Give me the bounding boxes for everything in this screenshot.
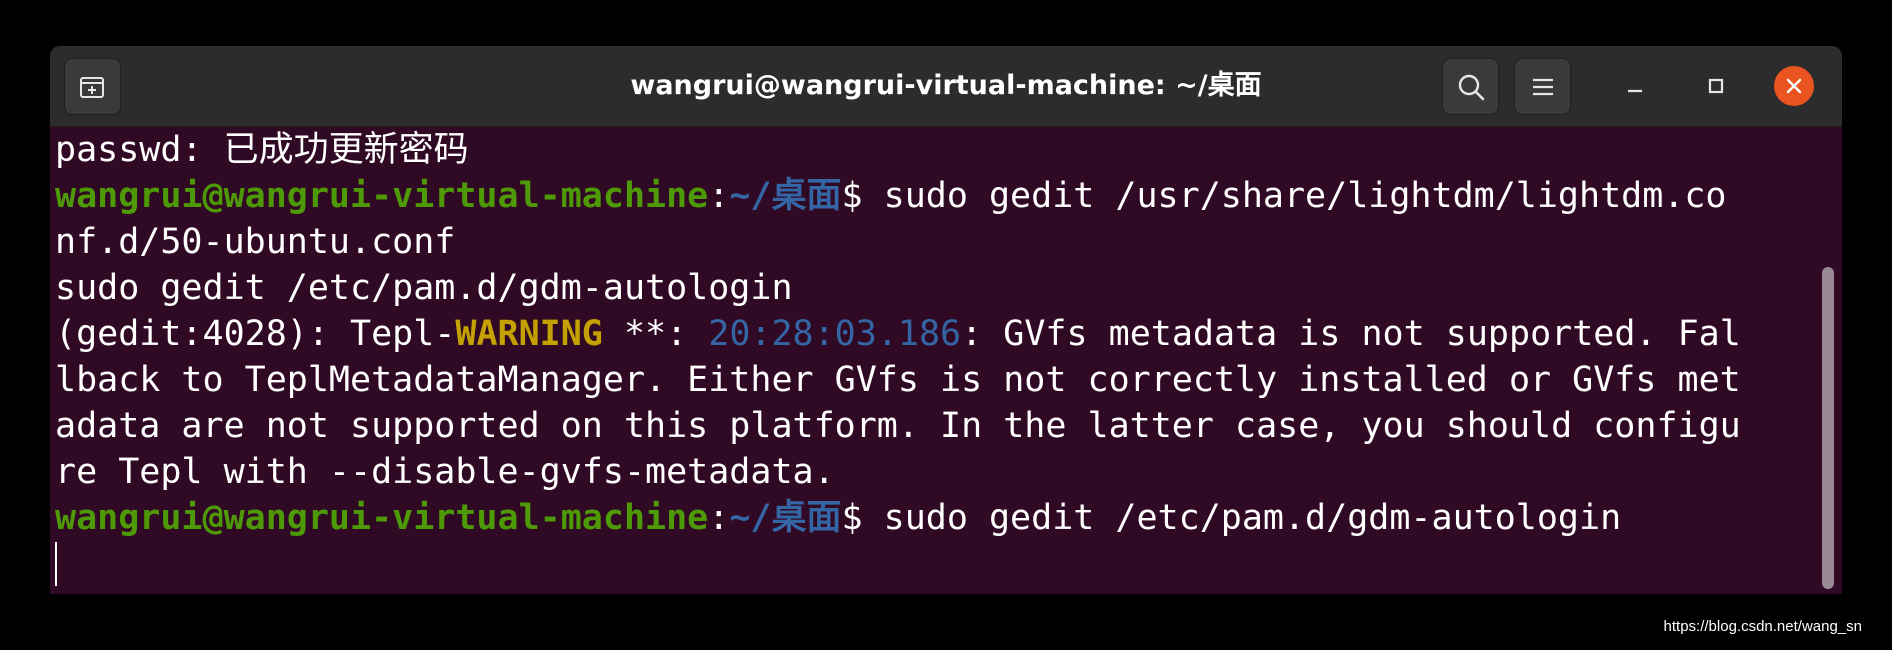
output-line-command: sudo gedit /etc/pam.d/gdm-autologin [55, 268, 793, 308]
prompt-user-host: wangrui@wangrui-virtual-machine [55, 176, 709, 216]
terminal-output[interactable]: passwd: 已成功更新密码 wangrui@wangrui-virtual-… [50, 127, 1842, 594]
prompt-symbol: $ [841, 498, 884, 538]
warning-line-4: re Tepl with --disable-gvfs-metadata. [55, 452, 835, 492]
warning-mid: **: [602, 314, 709, 354]
title-bar[interactable]: wangrui@wangrui-virtual-machine: ~/桌面 [50, 46, 1842, 127]
warning-timestamp: 20:28:03.186 [708, 314, 962, 354]
search-button[interactable] [1442, 58, 1499, 115]
text-cursor [55, 542, 57, 586]
prompt-path: ~/桌面 [729, 176, 842, 216]
warning-prefix: (gedit:4028): Tepl- [55, 314, 456, 354]
hamburger-menu-icon [1532, 78, 1553, 95]
command-text: sudo gedit /etc/pam.d/gdm-autologin [883, 498, 1622, 538]
input-line[interactable] [55, 541, 1815, 587]
warning-level: WARNING [455, 314, 603, 354]
minimize-icon [1628, 89, 1642, 93]
search-icon [1458, 74, 1484, 100]
output-line-passwd: passwd: 已成功更新密码 [55, 130, 469, 170]
minimize-button[interactable] [1615, 66, 1655, 106]
watermark: https://blog.csdn.net/wang_sn [1663, 618, 1862, 635]
close-button[interactable] [1774, 66, 1814, 106]
prompt-symbol: $ [841, 176, 884, 216]
command-continuation: nf.d/50-ubuntu.conf [55, 222, 456, 262]
command-text: sudo gedit /usr/share/lightdm/lightdm.co [883, 176, 1727, 216]
warning-message: : GVfs metadata is not supported. Fal [961, 314, 1741, 354]
prompt-user-host: wangrui@wangrui-virtual-machine [55, 498, 709, 538]
terminal-lines: passwd: 已成功更新密码 wangrui@wangrui-virtual-… [55, 127, 1815, 587]
warning-line-3: adata are not supported on this platform… [55, 406, 1741, 446]
maximize-icon [1708, 78, 1724, 94]
prompt-separator: : [708, 498, 730, 538]
scrollbar[interactable] [1822, 267, 1834, 589]
prompt-line-2: wangrui@wangrui-virtual-machine:~/桌面$ su… [55, 495, 1815, 541]
terminal-window: wangrui@wangrui-virtual-machine: ~/桌面 pa… [50, 46, 1842, 594]
prompt-line-1: wangrui@wangrui-virtual-machine:~/桌面$ su… [55, 173, 1815, 219]
menu-button[interactable] [1514, 58, 1571, 115]
warning-line-2: lback to TeplMetadataManager. Either GVf… [55, 360, 1741, 400]
prompt-separator: : [708, 176, 730, 216]
close-icon [1786, 78, 1802, 94]
prompt-path: ~/桌面 [729, 498, 842, 538]
maximize-button[interactable] [1696, 66, 1736, 106]
warning-line-1: (gedit:4028): Tepl-WARNING **: 20:28:03.… [55, 311, 1815, 357]
window-title: wangrui@wangrui-virtual-machine: ~/桌面 [630, 70, 1262, 101]
